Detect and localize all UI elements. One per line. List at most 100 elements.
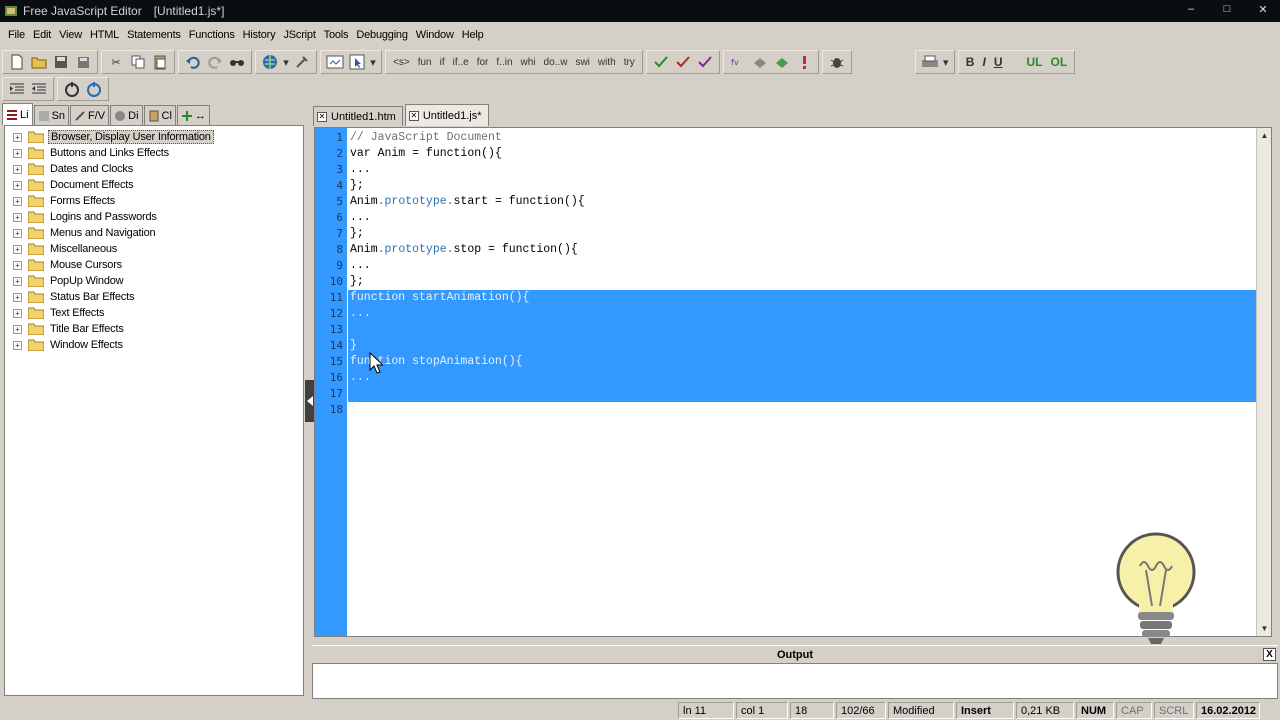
code-line[interactable]: ... [350, 162, 371, 178]
find-icon[interactable] [226, 52, 248, 72]
code-line[interactable]: ... [350, 210, 371, 226]
save-icon[interactable] [50, 52, 72, 72]
form-icon[interactable] [324, 52, 346, 72]
check-for-icon[interactable] [672, 52, 694, 72]
ordered-list-button[interactable]: OL [1046, 55, 1071, 69]
expand-icon[interactable]: + [13, 132, 22, 142]
undo-icon[interactable] [182, 52, 204, 72]
menu-window[interactable]: Window [412, 29, 458, 41]
tree-item[interactable]: + Browser, Display User Information [5, 129, 303, 145]
tab-swap[interactable]: ↔ [176, 105, 210, 125]
menu-html[interactable]: HTML [86, 29, 123, 41]
menu-history[interactable]: History [239, 29, 280, 41]
while-button[interactable]: whi [517, 57, 540, 68]
debug-bug-icon[interactable] [826, 52, 848, 72]
tree-item[interactable]: + Menus and Navigation [5, 225, 303, 241]
library-icon[interactable] [771, 52, 793, 72]
minimize-button[interactable]: – [1178, 2, 1204, 16]
tree-item[interactable]: + Logins and Passwords [5, 209, 303, 225]
tab-snippets[interactable]: Sn [33, 105, 70, 125]
tree-item[interactable]: + Document Effects [5, 177, 303, 193]
menu-tools[interactable]: Tools [320, 29, 353, 41]
browser-preview-icon[interactable] [259, 52, 281, 72]
function-button[interactable]: fun [414, 57, 436, 68]
bold-button[interactable]: B [962, 55, 979, 69]
expand-icon[interactable]: + [13, 164, 22, 174]
object-icon[interactable] [749, 52, 771, 72]
expand-icon[interactable]: + [13, 292, 22, 302]
print-icon[interactable] [919, 52, 941, 72]
do-while-button[interactable]: do..w [540, 57, 572, 68]
code-line[interactable]: }; [350, 178, 364, 194]
tab-untitled1-js[interactable]: ✕ Untitled1.js* [404, 104, 489, 126]
tree-item[interactable]: + Buttons and Links Effects [5, 145, 303, 161]
expand-icon[interactable]: + [13, 308, 22, 318]
expand-icon[interactable]: + [13, 148, 22, 158]
unordered-list-button[interactable]: UL [1022, 55, 1046, 69]
check-syntax-icon[interactable] [650, 52, 672, 72]
cut-icon[interactable]: ✂ [105, 52, 127, 72]
tree-item[interactable]: + Dates and Clocks [5, 161, 303, 177]
code-line[interactable]: Anim.prototype.stop = function(){ [350, 242, 578, 258]
menu-functions[interactable]: Functions [185, 29, 239, 41]
toggle-bookmark-icon[interactable] [61, 79, 83, 99]
expand-icon[interactable]: + [13, 244, 22, 254]
function-var-icon[interactable]: fv [727, 52, 749, 72]
scroll-up-icon[interactable]: ▲ [1257, 128, 1271, 143]
close-button[interactable]: ✕ [1250, 2, 1276, 16]
code-line[interactable]: // JavaScript Document [350, 130, 502, 146]
expand-icon[interactable]: + [13, 196, 22, 206]
refresh-icon[interactable] [83, 79, 105, 99]
vertical-scrollbar[interactable]: ▲ ▼ [1256, 128, 1271, 636]
tab-untitled1-htm[interactable]: ✕ Untitled1.htm [313, 106, 403, 126]
for-in-button[interactable]: f..in [492, 57, 516, 68]
italic-button[interactable]: I [978, 55, 989, 69]
if-else-button[interactable]: if..e [449, 57, 473, 68]
scroll-down-icon[interactable]: ▼ [1257, 621, 1271, 636]
output-panel[interactable] [312, 663, 1278, 699]
alert-icon[interactable] [793, 52, 815, 72]
select-dropdown-icon[interactable]: ▾ [368, 52, 378, 72]
copy-icon[interactable] [127, 52, 149, 72]
close-tab-icon[interactable]: ✕ [317, 111, 327, 122]
expand-icon[interactable]: + [13, 340, 22, 350]
code-line[interactable]: var Anim = function(){ [350, 146, 502, 162]
expand-icon[interactable]: + [13, 324, 22, 334]
tab-directory[interactable]: Di [110, 105, 143, 125]
outdent-icon[interactable] [28, 79, 50, 99]
save-all-icon[interactable] [72, 52, 94, 72]
paste-icon[interactable] [149, 52, 171, 72]
redo-icon[interactable] [204, 52, 226, 72]
code-line[interactable]: ... [350, 306, 371, 322]
code-line[interactable]: } [350, 338, 357, 354]
tree-item[interactable]: + Window Effects [5, 337, 303, 353]
open-folder-icon[interactable] [28, 52, 50, 72]
tools-icon[interactable] [291, 52, 313, 72]
try-button[interactable]: try [620, 57, 639, 68]
browser-dropdown-icon[interactable]: ▾ [281, 52, 291, 72]
expand-icon[interactable]: + [13, 212, 22, 222]
expand-icon[interactable]: + [13, 260, 22, 270]
tab-clipboard[interactable]: Cl [143, 105, 176, 125]
menu-file[interactable]: File [4, 29, 29, 41]
tab-functions-vars[interactable]: F/V [70, 105, 110, 125]
indent-icon[interactable] [6, 79, 28, 99]
menu-jscript[interactable]: JScript [279, 29, 319, 41]
tree-item[interactable]: + Forms Effects [5, 193, 303, 209]
expand-icon[interactable]: + [13, 180, 22, 190]
menu-view[interactable]: View [55, 29, 86, 41]
tree-item[interactable]: + Miscellaneous [5, 241, 303, 257]
tree-item[interactable]: + Mouse Cursors [5, 257, 303, 273]
code-line[interactable]: ... [350, 258, 371, 274]
for-button[interactable]: for [473, 57, 493, 68]
underline-button[interactable]: U [990, 55, 1007, 69]
tree-item[interactable]: + Status Bar Effects [5, 289, 303, 305]
expand-icon[interactable]: + [13, 228, 22, 238]
menu-debugging[interactable]: Debugging [352, 29, 411, 41]
switch-button[interactable]: swi [571, 57, 593, 68]
menu-edit[interactable]: Edit [29, 29, 55, 41]
code-line[interactable]: } [350, 402, 357, 418]
code-line[interactable]: ... [350, 370, 371, 386]
print-dropdown-icon[interactable]: ▾ [941, 52, 951, 72]
close-tab-icon[interactable]: ✕ [408, 110, 419, 121]
